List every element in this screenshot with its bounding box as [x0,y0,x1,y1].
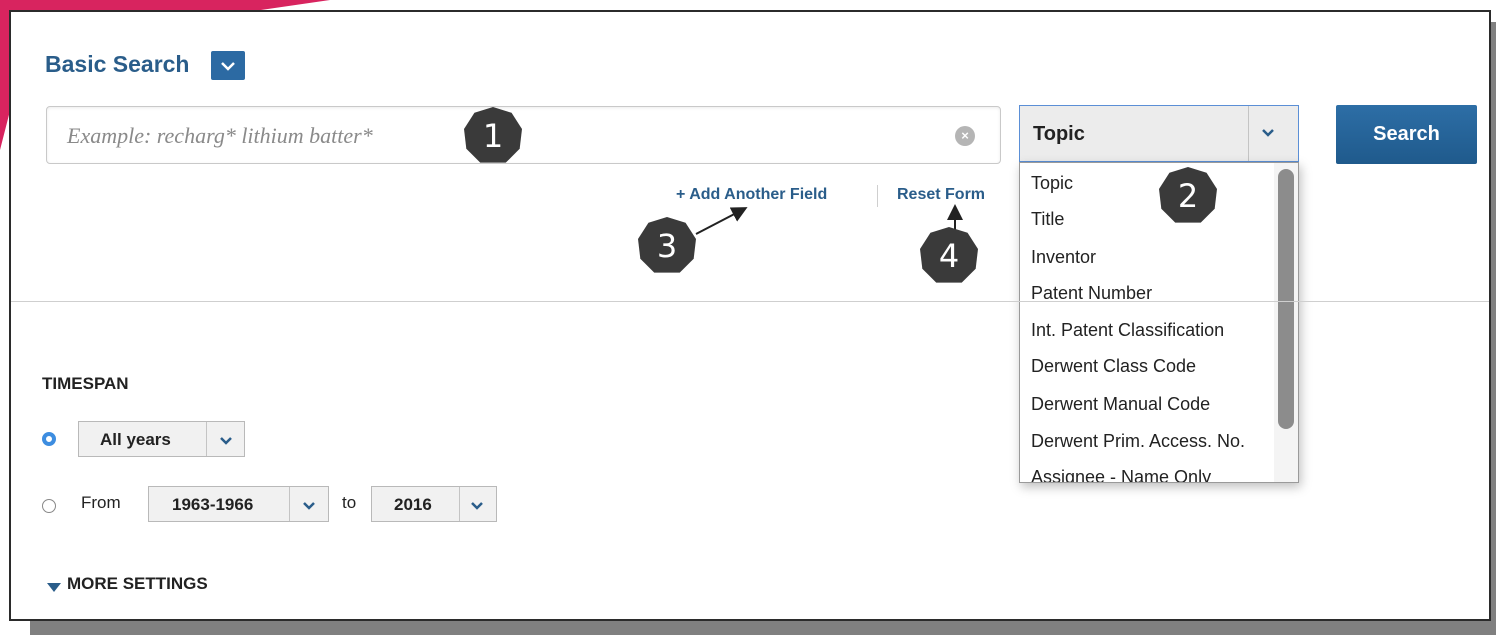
all-years-select[interactable]: All years [78,421,245,457]
field-option-derwent-manual-code[interactable]: Derwent Manual Code [1031,394,1210,415]
date-range-radio[interactable] [42,499,56,513]
to-year-select-value: 2016 [394,495,432,514]
to-year-select[interactable]: 2016 [371,486,497,522]
field-option-inventor[interactable]: Inventor [1031,247,1096,268]
select-divider [206,422,207,456]
field-dropdown-list: Topic Title Inventor Patent Number Int. … [1019,162,1299,483]
chevron-down-icon [471,502,483,510]
all-years-radio[interactable] [42,432,56,446]
field-option-derwent-class-code[interactable]: Derwent Class Code [1031,356,1196,377]
field-option-derwent-prim-access-no[interactable]: Derwent Prim. Access. No. [1031,431,1245,452]
search-panel: Basic Search Example: recharg* lithium b… [9,10,1491,621]
field-select[interactable]: Topic [1019,105,1299,162]
from-year-select-value: 1963-1966 [172,495,254,514]
clear-icon[interactable]: × [955,126,975,146]
search-type-dropdown-button[interactable] [211,51,245,80]
field-option-assignee-name-only[interactable]: Assignee - Name Only [1031,467,1211,482]
field-select-value: Topic [1033,123,1085,145]
to-label: to [342,493,357,512]
all-years-select-value: All years [100,430,171,449]
field-select-divider [1248,106,1249,161]
chevron-down-icon [1262,129,1274,137]
section-divider [11,301,1489,302]
chevron-down-icon [220,437,232,445]
triangle-down-icon [47,583,61,592]
timespan-label: TIMESPAN [42,374,129,393]
search-input[interactable]: Example: recharg* lithium batter* × [46,106,1001,164]
from-year-select[interactable]: 1963-1966 [148,486,329,522]
more-settings-toggle[interactable]: MORE SETTINGS [67,574,208,594]
field-option-int-patent-classification[interactable]: Int. Patent Classification [1031,320,1224,341]
chevron-down-icon [303,502,315,510]
from-label: From [81,493,121,512]
link-divider [877,185,878,207]
select-divider [289,487,290,521]
select-divider [459,487,460,521]
search-button[interactable]: Search [1336,105,1477,164]
reset-form-link[interactable]: Reset Form [897,186,985,204]
field-option-title[interactable]: Title [1031,209,1064,230]
search-input-placeholder: Example: recharg* lithium batter* [67,123,373,148]
dropdown-scrollbar-thumb[interactable] [1278,169,1294,429]
field-option-topic[interactable]: Topic [1031,173,1073,194]
callout-arrow-3 [695,207,748,235]
add-another-field-link[interactable]: + Add Another Field [676,186,827,204]
chevron-down-icon [221,61,235,71]
basic-search-title: Basic Search [45,51,190,77]
